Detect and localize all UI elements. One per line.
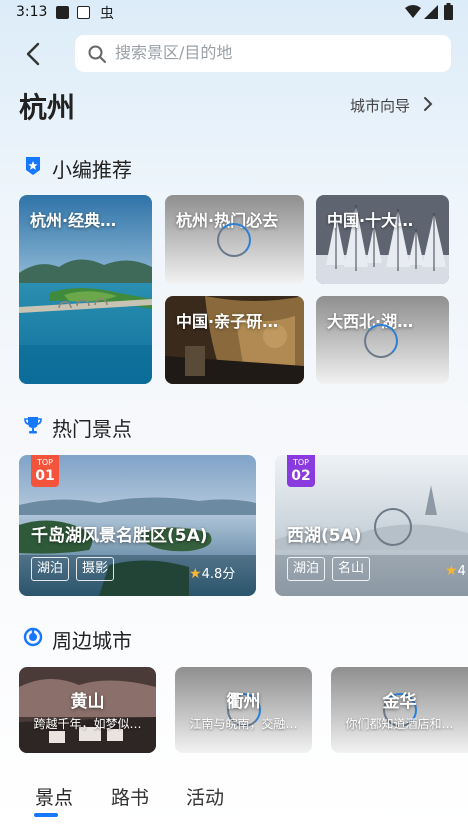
city-title: 杭州 <box>19 91 76 124</box>
compass-icon <box>23 627 43 647</box>
loading-spinner-icon <box>364 324 398 358</box>
nearby-city-desc-3: 你们都知道酒店和… <box>345 717 454 731</box>
rank-number-1: 01 <box>35 468 55 484</box>
wifi-icon <box>405 5 421 18</box>
loading-spinner-icon <box>217 223 251 257</box>
rating-value-1: 4.8分 <box>201 567 236 582</box>
search-icon <box>88 45 106 63</box>
trophy-icon <box>24 417 42 434</box>
rank-top-label-2: TOP <box>292 458 309 467</box>
nearby-city-desc-1: 跨越千年，如梦似… <box>33 717 142 731</box>
tab-attractions[interactable]: 景点 <box>35 783 73 810</box>
attraction-name-1: 千岛湖风景名胜区(5A) <box>31 526 208 546</box>
attraction-card-2[interactable]: TOP 02 西湖(5A) 湖泊 名山 ★4 <box>275 455 468 596</box>
city-guide-link[interactable]: 城市向导 <box>350 95 410 116</box>
signal-icon <box>424 5 438 19</box>
nearby-city-card-2[interactable]: 衢州 江南与皖南，交融… <box>175 667 312 753</box>
pick-card-3[interactable]: 中国·十大… <box>316 195 449 284</box>
pick-title-1: 杭州·经典… <box>30 211 117 230</box>
section-title-nearby: 周边城市 <box>52 629 132 653</box>
nearby-city-name-2: 衢州 <box>226 692 261 712</box>
attraction-tag: 湖泊 <box>287 557 326 581</box>
nearby-city-desc-2: 江南与皖南，交融… <box>189 717 298 731</box>
pick-card-2[interactable]: 杭州·热门必去 <box>165 195 304 284</box>
bug-icon: 虫 <box>100 6 114 22</box>
attraction-tag: 摄影 <box>76 557 115 581</box>
section-title-hot-spots: 热门景点 <box>52 417 132 441</box>
loading-spinner-icon <box>374 508 412 546</box>
back-button[interactable] <box>22 40 46 68</box>
active-tab-indicator <box>34 813 58 817</box>
attraction-tag: 湖泊 <box>31 557 70 581</box>
nearby-city-card-1[interactable]: 黄山 跨越千年，如梦似… <box>19 667 156 753</box>
pick-title-4: 中国·亲子研… <box>176 312 279 331</box>
nearby-city-name-3: 金华 <box>382 692 417 712</box>
pick-card-1[interactable]: 杭州·经典… <box>19 195 152 384</box>
section-title-editor-picks: 小编推荐 <box>52 158 132 182</box>
app-notification-icon <box>77 6 90 19</box>
search-input[interactable]: 搜索景区/目的地 <box>75 35 451 72</box>
attraction-name-2: 西湖(5A) <box>287 526 362 546</box>
rank-number-2: 02 <box>291 468 311 484</box>
attraction-tag: 名山 <box>332 557 371 581</box>
notification-icon <box>56 6 69 19</box>
rating: ★4 <box>445 563 466 579</box>
star-icon: ★ <box>189 566 202 582</box>
attraction-card-1[interactable]: TOP 01 千岛湖风景名胜区(5A) 湖泊 摄影 ★4.8分 <box>19 455 256 596</box>
status-bar: 3:13 虫 <box>0 0 468 26</box>
status-time: 3:13 <box>16 4 48 20</box>
editor-badge-icon <box>26 157 40 175</box>
tab-activities[interactable]: 活动 <box>186 783 224 810</box>
battery-icon <box>444 3 453 20</box>
pick-card-5[interactable]: 大西北·湖… <box>316 296 449 384</box>
nearby-city-card-3[interactable]: 金华 你们都知道酒店和… <box>331 667 468 753</box>
search-placeholder: 搜索景区/目的地 <box>115 43 233 62</box>
pick-card-4[interactable]: 中国·亲子研… <box>165 296 304 384</box>
rank-badge-1: TOP 01 <box>31 455 59 487</box>
chevron-right-icon[interactable] <box>422 96 434 112</box>
pick-title-3: 中国·十大… <box>327 211 414 230</box>
rank-badge-2: TOP 02 <box>287 455 315 487</box>
rank-top-label-1: TOP <box>36 458 53 467</box>
rating-value-2: 4 <box>457 564 466 579</box>
tab-roadbook[interactable]: 路书 <box>111 783 149 810</box>
rating: ★4.8分 <box>189 563 235 582</box>
star-icon: ★ <box>445 563 458 579</box>
nearby-city-name-1: 黄山 <box>70 692 105 712</box>
